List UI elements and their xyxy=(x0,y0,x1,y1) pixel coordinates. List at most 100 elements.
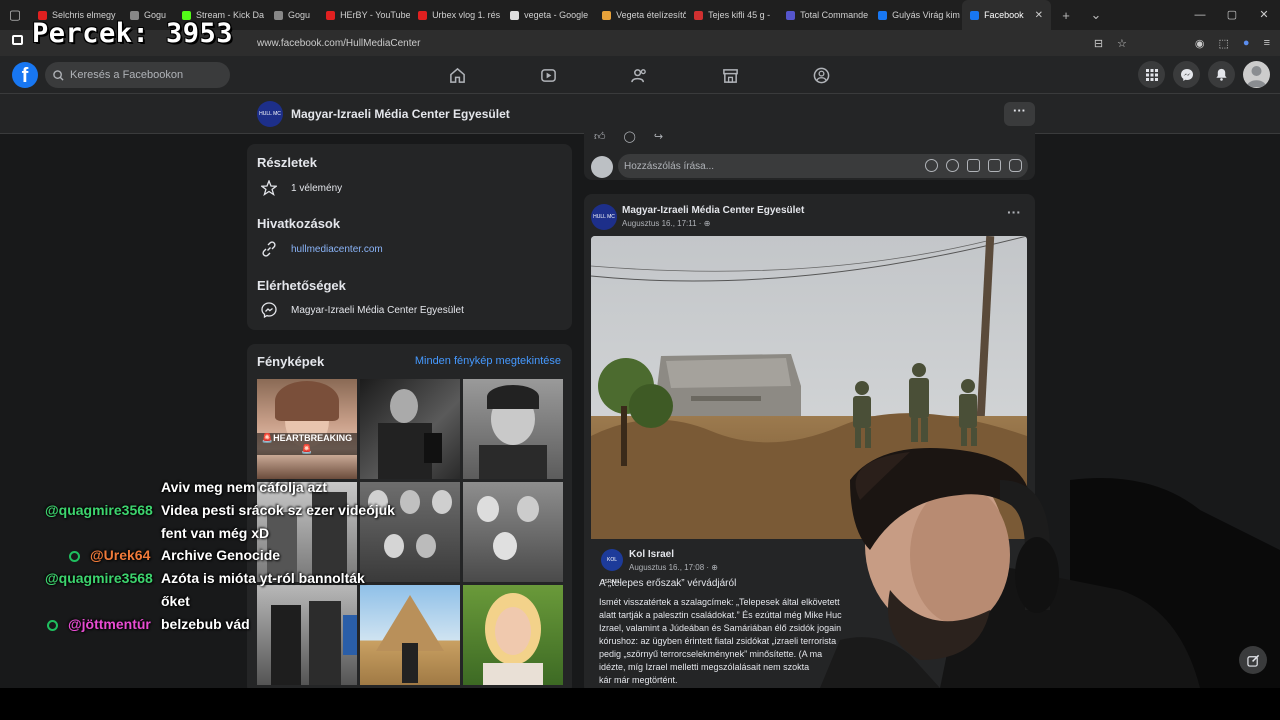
photos-title: Fényképek xyxy=(257,354,325,369)
nav-home[interactable] xyxy=(412,56,503,94)
contacts-title: Elérhetőségek xyxy=(257,278,346,293)
comment-box[interactable] xyxy=(618,154,1028,178)
messenger-row[interactable]: Magyar-Izraeli Média Center Egyesület xyxy=(261,302,464,318)
marketplace-icon xyxy=(723,68,738,83)
page-more-button[interactable]: ··· xyxy=(1004,102,1035,126)
photo-thumbnail[interactable] xyxy=(463,585,563,685)
see-all-photos-link[interactable]: Minden fénykép megtekintése xyxy=(415,355,561,367)
messenger-icon xyxy=(1180,68,1193,81)
groups-icon xyxy=(813,67,830,83)
apps-grid-icon xyxy=(1145,68,1158,81)
browser-tab[interactable]: Facebook ✕ xyxy=(962,0,1051,30)
tab-label: Facebook xyxy=(984,10,1024,20)
photo-thumbnail[interactable] xyxy=(257,482,357,582)
avatar-sticker-icon[interactable] xyxy=(925,159,938,172)
messenger-icon xyxy=(261,302,277,318)
profile-icon[interactable]: ◉ xyxy=(1195,37,1205,50)
photo-thumbnail[interactable]: 🚨HEARTBREAKING🚨 xyxy=(257,379,357,479)
website-row[interactable]: hullmediacenter.com xyxy=(261,241,383,257)
menu-button[interactable] xyxy=(1138,61,1165,88)
browser-tab[interactable]: Total Commande xyxy=(778,0,870,30)
bell-icon xyxy=(1216,68,1227,81)
search-icon xyxy=(53,69,64,81)
bookmark-star-icon[interactable]: ☆ xyxy=(1117,37,1127,50)
nav-groups[interactable] xyxy=(776,56,867,94)
gif-icon[interactable] xyxy=(988,159,1001,172)
account-badge-icon[interactable]: ● xyxy=(1243,37,1250,49)
tab-search-chevron-icon[interactable]: ⌄ xyxy=(1081,0,1111,30)
home-icon xyxy=(450,67,465,83)
browser-tab[interactable]: vegeta - Google xyxy=(502,0,594,30)
link-icon xyxy=(262,241,276,257)
nav-marketplace[interactable] xyxy=(685,56,776,94)
photo-thumbnail[interactable] xyxy=(360,585,460,685)
photo-thumbnail[interactable] xyxy=(360,482,460,582)
photo-thumbnail[interactable] xyxy=(257,585,357,685)
account-avatar[interactable] xyxy=(1243,61,1270,88)
chat-message: Videa pesti srácok sz ezer videójuk xyxy=(161,502,395,518)
browser-tab[interactable]: Gogu xyxy=(266,0,318,30)
facebook-header: f xyxy=(0,56,1280,94)
new-tab-button[interactable]: + xyxy=(1051,0,1081,30)
post-more-button[interactable]: ··· xyxy=(1007,204,1021,220)
post-actions-row: 👍︎ ◯ ↪ xyxy=(594,130,663,143)
facebook-logo[interactable]: f xyxy=(12,62,38,88)
post-author-name[interactable]: Magyar-Izraeli Média Center Egyesület xyxy=(622,205,804,216)
shared-author-avatar[interactable]: KOL ISRAEL xyxy=(601,549,623,585)
new-message-button[interactable] xyxy=(1239,646,1267,674)
main-nav xyxy=(412,56,867,94)
photo-thumbnail[interactable] xyxy=(463,379,563,479)
like-icon[interactable]: 👍︎ xyxy=(594,130,606,143)
page-logo[interactable]: HULL MC xyxy=(257,101,283,127)
camera-icon[interactable] xyxy=(967,159,980,172)
url-text[interactable]: www.facebook.com/HullMediaCenter xyxy=(257,38,420,49)
sticker-icon[interactable] xyxy=(1009,159,1022,172)
browser-tab[interactable]: Vegeta ételízesítő xyxy=(594,0,686,30)
details-card: Részletek 1 vélemény Hivatkozások hullme… xyxy=(247,144,572,330)
post-author-avatar[interactable]: HULL MC xyxy=(591,204,617,230)
shared-author-name[interactable]: Kol Israel xyxy=(629,549,674,560)
post-timestamp[interactable]: Augusztus 16., 17:11 · ⊕ xyxy=(622,219,710,228)
tab-favicon-icon xyxy=(694,10,704,20)
browser-tab[interactable]: Gulyás Virág kim xyxy=(870,0,962,30)
browser-tab[interactable]: Tejes kifli 45 g - xyxy=(686,0,778,30)
extensions-icon[interactable]: ⬚ xyxy=(1219,37,1229,50)
reviews-row[interactable]: 1 vélemény xyxy=(261,180,342,196)
comment-avatar xyxy=(591,156,613,178)
notifications-button[interactable] xyxy=(1208,61,1235,88)
edit-icon xyxy=(1246,654,1259,667)
shared-timestamp[interactable]: Augusztus 16., 17:08 · ⊕ xyxy=(629,563,718,572)
chat-message: Azóta is mióta yt-ról bannolták xyxy=(161,570,365,586)
emoji-icon[interactable] xyxy=(946,159,959,172)
tab-label: Total Commande xyxy=(800,10,869,20)
share-icon[interactable]: ↪ xyxy=(654,130,663,143)
install-app-icon[interactable]: ⊟ xyxy=(1094,37,1103,50)
maximize-button[interactable]: ▢ xyxy=(1216,0,1248,30)
minimize-button[interactable]: — xyxy=(1184,0,1216,30)
chat-message: fent van még xD xyxy=(161,525,270,541)
photo-grid: 🚨HEARTBREAKING🚨 xyxy=(257,379,563,685)
nav-friends[interactable] xyxy=(594,56,685,94)
tab-actions-icon[interactable]: ▢ xyxy=(0,0,30,30)
chat-message: belzebub vád xyxy=(161,616,250,632)
tab-favicon-icon xyxy=(510,10,520,20)
website-link[interactable]: hullmediacenter.com xyxy=(291,244,383,255)
close-window-button[interactable]: ✕ xyxy=(1248,0,1280,30)
tab-label: Gogu xyxy=(288,10,311,20)
messenger-button[interactable] xyxy=(1173,61,1200,88)
streamer-webcam-image xyxy=(820,448,1280,688)
photo-thumbnail[interactable] xyxy=(360,379,460,479)
comment-icon[interactable]: ◯ xyxy=(624,130,636,143)
close-tab-icon[interactable]: ✕ xyxy=(1035,10,1043,21)
chat-username: @jöttmentúr xyxy=(47,616,151,632)
browser-tab[interactable]: Urbex vlog 1. rés xyxy=(410,0,502,30)
tab-label: Gulyás Virág kim xyxy=(892,10,960,20)
search-box[interactable] xyxy=(45,62,230,88)
browser-tab[interactable]: HErBY - YouTube xyxy=(318,0,410,30)
photo-thumbnail[interactable] xyxy=(463,482,563,582)
nav-video[interactable] xyxy=(503,56,594,94)
search-input[interactable] xyxy=(70,69,220,81)
comment-input[interactable] xyxy=(624,160,904,172)
page-title[interactable]: Magyar-Izraeli Média Center Egyesület xyxy=(291,107,510,121)
browser-menu-icon[interactable]: ≡ xyxy=(1264,37,1270,49)
